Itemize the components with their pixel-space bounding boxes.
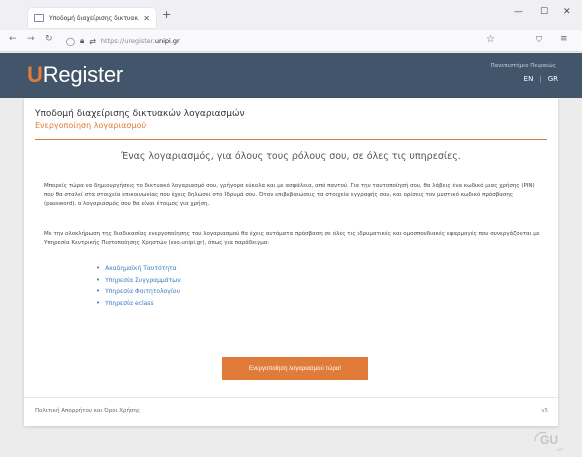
service-link-academic-id[interactable]: • Ακαδημαϊκή Ταυτότητα xyxy=(96,263,181,275)
sso-paragraph: Με την ολοκλήρωση της διαδικασίας ενεργο… xyxy=(44,231,540,246)
page-subtitle: Ενεργοποίηση λογαριασμού xyxy=(35,121,147,130)
footer-divider xyxy=(24,397,558,398)
maximize-icon[interactable]: ☐ xyxy=(540,7,548,17)
page-title: Υποδομή διαχείρισης δικτυακών λογαριασμώ… xyxy=(35,109,245,119)
svg-text:net: net xyxy=(557,448,564,453)
browser-tab[interactable]: Υποδομή διαχείρισης δικτυακ… ✕ xyxy=(28,8,156,28)
privacy-terms-link[interactable]: Πολιτική Απορρήτου και Όροι Χρήσης xyxy=(35,408,140,414)
back-arrow-icon[interactable]: ← xyxy=(9,34,17,44)
language-switcher: EN | GR xyxy=(524,75,558,83)
university-name: Πανεπιστήμιο Πειραιώς xyxy=(490,63,556,69)
service-link-student-records[interactable]: • Υπηρεσία Φοιτητολογίου xyxy=(96,286,181,298)
tab-close-icon[interactable]: ✕ xyxy=(143,14,150,23)
permissions-icon: ⇄ xyxy=(89,36,96,46)
bullet-icon: • xyxy=(96,298,101,307)
service-link-eclass[interactable]: • Υπηρεσία eclass xyxy=(96,298,181,310)
tab-title: Υποδομή διαχείρισης δικτυακ… xyxy=(49,14,140,22)
menu-icon[interactable]: ≡ xyxy=(560,34,568,44)
reload-icon[interactable]: ↻ xyxy=(45,34,53,44)
service-link-textbooks[interactable]: • Υπηρεσία Συγγραμμάτων xyxy=(96,275,181,287)
version-label: v5 xyxy=(541,408,548,414)
site-header: URegister Πανεπιστήμιο Πειραιώς EN | GR xyxy=(0,53,582,98)
url-text: https://uregister.unipi.gr xyxy=(100,37,180,45)
bullet-icon: • xyxy=(96,287,101,295)
new-tab-icon[interactable]: + xyxy=(162,8,171,21)
shield-icon: ◯ xyxy=(66,36,75,46)
close-window-icon[interactable]: ✕ xyxy=(563,7,571,17)
intro-paragraph: Μπορείς τώρα να δημιουργήσεις το δικτυακ… xyxy=(44,183,535,207)
svg-text:GU: GU xyxy=(540,433,558,447)
uregister-logo[interactable]: URegister xyxy=(27,62,123,88)
browser-tab-bar: Υποδομή διαχείρισης δικτυακ… ✕ + — ☐ ✕ xyxy=(0,0,582,30)
main-card: Υποδομή διαχείρισης δικτυακών λογαριασμώ… xyxy=(24,98,558,426)
gunet-watermark-logo: GU net xyxy=(531,429,569,453)
lang-en-link[interactable]: EN xyxy=(524,75,534,83)
tab-favicon-icon xyxy=(34,14,44,22)
bullet-icon: • xyxy=(96,275,101,284)
forward-arrow-icon[interactable]: → xyxy=(27,34,35,44)
bullet-icon: • xyxy=(96,264,101,272)
lang-separator: | xyxy=(539,75,542,83)
minimize-icon[interactable]: — xyxy=(514,7,523,17)
activate-account-button[interactable]: Ενεργοποίηση λογαριασμού τώρα! xyxy=(222,357,368,380)
lock-icon: 🔒︎ xyxy=(79,36,85,45)
extensions-icon[interactable]: ⛉ xyxy=(536,35,542,45)
url-bar[interactable]: ◯ 🔒︎ ⇄ https://uregister.unipi.gr xyxy=(66,33,498,49)
tagline: Ένας λογαριασμός, για όλους τους ρόλους … xyxy=(121,151,461,162)
lang-gr-link[interactable]: GR xyxy=(548,75,558,83)
bookmark-star-icon[interactable]: ☆ xyxy=(486,34,495,45)
services-list: • Ακαδημαϊκή Ταυτότητα • Υπηρεσία Συγγραμμ… xyxy=(96,263,181,309)
browser-nav-bar: ← → ↻ ◯ 🔒︎ ⇄ https://uregister.unipi.gr … xyxy=(0,30,582,52)
title-divider xyxy=(35,139,547,140)
